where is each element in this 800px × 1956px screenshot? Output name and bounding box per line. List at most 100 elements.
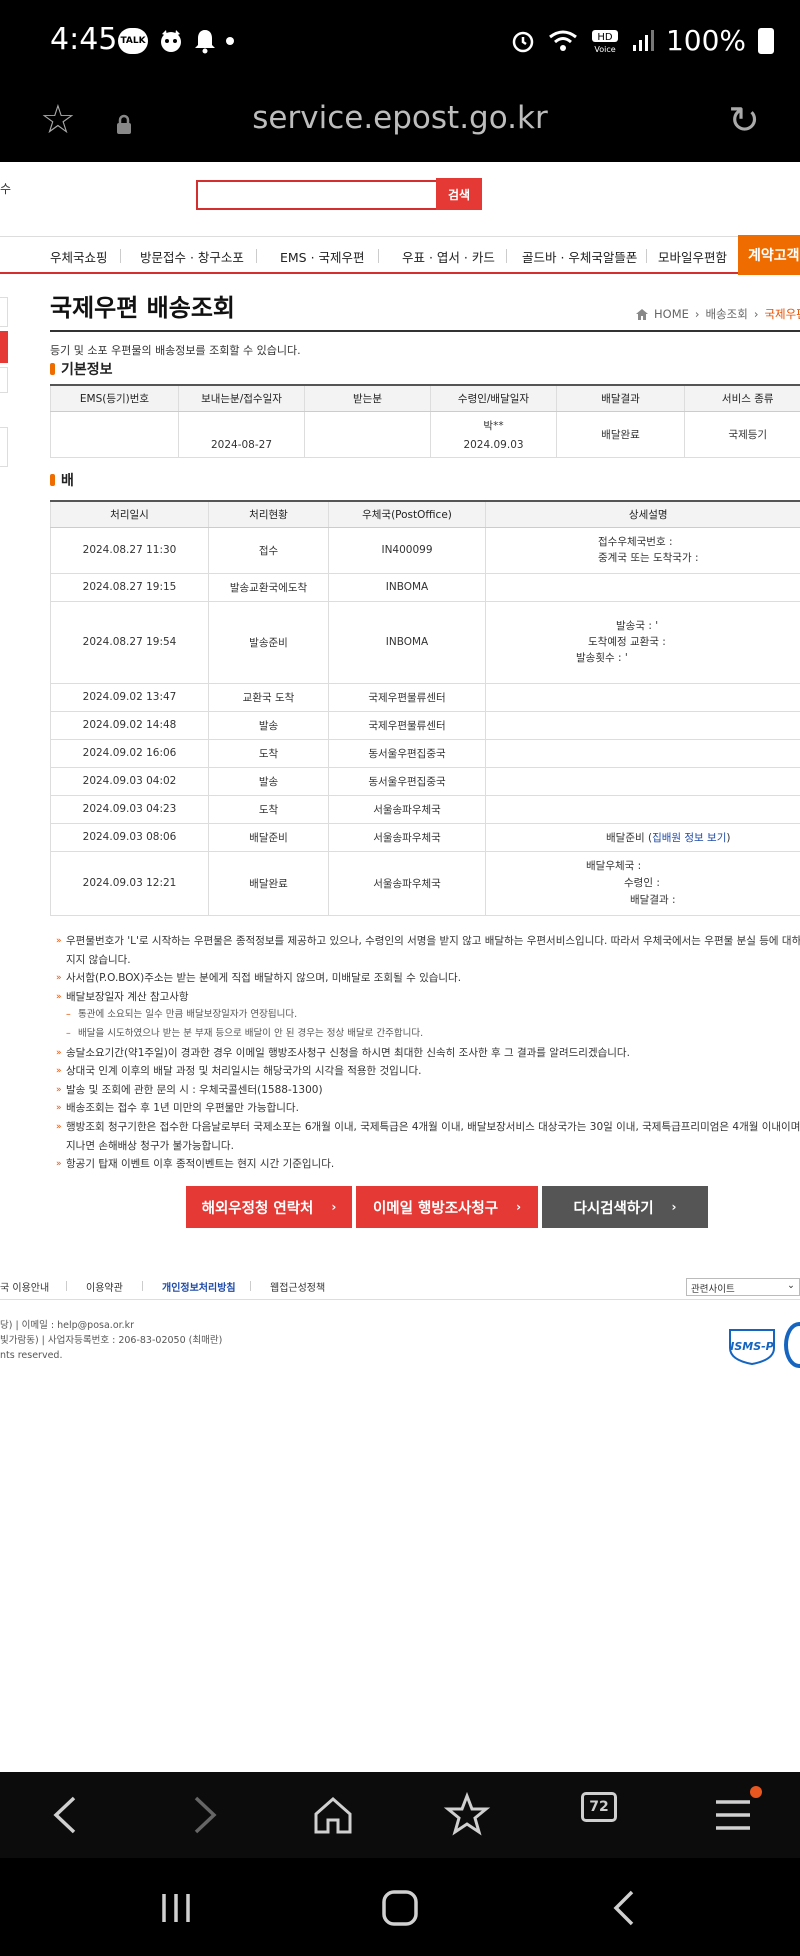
tabs-count-icon[interactable]: 72 xyxy=(581,1792,617,1822)
cell-detail: 접수우체국번호 : 중계국 또는 도착국가 : xyxy=(485,527,800,574)
cell-status: 도착 xyxy=(208,739,329,768)
forward-arrow-icon[interactable] xyxy=(178,1790,228,1840)
basic-info-heading: 기본정보 xyxy=(50,359,113,379)
cell-recipient: 박** 2024.09.03 xyxy=(430,411,557,458)
status-time: 4:45 xyxy=(50,22,118,57)
breadcrumb-separator: › xyxy=(694,307,700,321)
cell-office: IN400099 xyxy=(328,527,486,574)
basic-info-heading-text: 기본정보 xyxy=(61,362,113,378)
notice-item: 배달보장일자 계산 참고사항 xyxy=(56,988,800,1007)
left-menu-item[interactable] xyxy=(0,427,8,467)
footer-links: 국 이용안내 이용약관 개인정보처리방침 웹접근성정책 xyxy=(0,1276,800,1300)
cell-time: 2024.08.27 19:15 xyxy=(50,573,209,602)
breadcrumb-current: 국제우편 xyxy=(764,307,800,321)
footer-separator xyxy=(66,1281,67,1291)
notice-subitem: 통관에 소요되는 일수 만큼 배달보장일자가 연장됩니다. xyxy=(56,1006,800,1025)
footer-link-guide[interactable]: 국 이용안내 xyxy=(0,1279,49,1294)
cell-office: INBOMA xyxy=(328,573,486,602)
cell-status: 배달완료 xyxy=(208,851,329,916)
menu-icon[interactable] xyxy=(708,1790,758,1840)
cell-status: 교환국 도착 xyxy=(208,683,329,712)
browser-toolbar xyxy=(0,1772,800,1858)
home-button-icon[interactable] xyxy=(378,1886,422,1930)
breadcrumb-home[interactable]: HOME xyxy=(654,307,689,321)
search-button[interactable]: 검색 xyxy=(436,178,482,210)
certification-seal xyxy=(784,1322,800,1368)
left-menu-fragment xyxy=(0,297,9,467)
bookmarks-star-icon[interactable] xyxy=(442,1790,492,1840)
cell-time: 2024.09.02 16:06 xyxy=(50,739,209,768)
page-title: 국제우편 배송조회 xyxy=(50,294,235,322)
system-back-icon[interactable] xyxy=(604,1886,648,1930)
cell-time: 2024.09.02 13:47 xyxy=(50,683,209,712)
cell-detail xyxy=(485,739,800,768)
isms-p-logo: ISMS-P xyxy=(729,1329,775,1366)
status-bar: 4:45 TALK HD Voice 100% xyxy=(0,0,800,86)
cell-status: 발송 xyxy=(208,711,329,740)
detail-line: 발송횟수 : ' xyxy=(576,652,628,664)
reload-icon[interactable]: ↻ xyxy=(728,100,760,140)
url-text[interactable]: service.epost.go.kr xyxy=(0,100,800,136)
col-ems-number: EMS(등기)번호 xyxy=(50,384,179,412)
nav-item-mobile-mailbox[interactable]: 모바일우편함 xyxy=(658,247,727,266)
tracking-heading-text: 배 xyxy=(61,473,74,489)
more-notifications-dot xyxy=(226,37,234,45)
nav-item-visit-reception[interactable]: 방문접수 · 창구소포 xyxy=(140,247,244,266)
detail-line: 중계국 또는 도착국가 : xyxy=(598,552,699,564)
notice-continuation: 지나면 손해배상 청구가 불가능합니다. xyxy=(66,1139,234,1152)
cell-office: 국제우편물류센터 xyxy=(328,683,486,712)
notice-item: 송달소요기간(약1주일)이 경과한 경우 이메일 행방조사청구 신청을 하시면 … xyxy=(56,1044,800,1063)
breadcrumb-separator: › xyxy=(753,307,759,321)
tracking-row: 2024.09.03 08:06 배달준비 서울송파우체국 배달준비 (집배원 … xyxy=(50,823,800,852)
detail-line: 배달준비 ( xyxy=(606,831,653,844)
search-again-button[interactable]: 다시검색하기 › xyxy=(542,1186,708,1228)
back-arrow-icon[interactable] xyxy=(42,1790,92,1840)
breadcrumb: HOME › 배송조회 › 국제우편 xyxy=(636,306,800,322)
nav-separator xyxy=(378,249,379,263)
col-post-office: 우체국(PostOffice) xyxy=(328,500,486,528)
cell-detail xyxy=(485,711,800,740)
button-label: 다시검색하기 xyxy=(573,1200,654,1217)
recipient-name: 박** xyxy=(483,419,504,432)
breadcrumb-tracking[interactable]: 배송조회 xyxy=(706,306,748,322)
detail-line: 배달결과 : xyxy=(630,893,676,906)
home-icon[interactable] xyxy=(308,1790,358,1840)
footer-link-accessibility[interactable]: 웹접근성정책 xyxy=(270,1279,325,1294)
tracking-row: 2024.08.27 11:30 접수 IN400099 접수우체국번호 : 중… xyxy=(50,527,800,574)
related-sites-select[interactable]: 관련사이트 ⌄ xyxy=(686,1278,800,1296)
nav-item-stamps[interactable]: 우표 · 엽서 · 카드 xyxy=(402,247,495,266)
nav-item-ems-international[interactable]: EMS · 국제우편 xyxy=(280,247,365,266)
alarm-icon xyxy=(512,31,534,52)
basic-info-table: EMS(등기)번호 보내는분/접수일자 받는분 수령인/배달일자 배달결과 서비… xyxy=(50,384,800,458)
left-menu-item[interactable] xyxy=(0,297,8,327)
recent-apps-icon[interactable] xyxy=(154,1886,198,1930)
col-detail: 상세설명 xyxy=(485,500,800,528)
overseas-postal-contacts-button[interactable]: 해외우정청 연락처 › xyxy=(186,1186,352,1228)
footer-link-terms[interactable]: 이용약관 xyxy=(86,1279,123,1294)
cell-status: 도착 xyxy=(208,795,329,824)
left-menu-item[interactable] xyxy=(0,367,8,393)
cell-status: 발송준비 xyxy=(208,601,329,684)
cell-ems-number xyxy=(50,411,179,458)
footer-link-privacy[interactable]: 개인정보처리방침 xyxy=(162,1279,236,1294)
main-navigation: 우체국쇼핑 방문접수 · 창구소포 EMS · 국제우편 우표 · 엽서 · 카… xyxy=(0,235,800,275)
nav-item-shopping[interactable]: 우체국쇼핑 xyxy=(50,247,108,266)
email-trace-request-button[interactable]: 이메일 행방조사청구 › xyxy=(356,1186,538,1228)
delivery-date: 2024.09.03 xyxy=(463,438,524,451)
contract-customer-button[interactable]: 계약고객 xyxy=(738,235,800,275)
cell-service-type: 국제등기 xyxy=(684,411,800,458)
cell-time: 2024.08.27 19:54 xyxy=(50,601,209,684)
cell-time: 2024.09.03 04:23 xyxy=(50,795,209,824)
isms-p-label: ISMS-P xyxy=(730,1340,774,1353)
cell-office: 국제우편물류센터 xyxy=(328,711,486,740)
cell-status: 접수 xyxy=(208,527,329,574)
notice-item: 항공기 탑재 이벤트 이후 종적이벤트는 현지 시간 기준입니다. xyxy=(56,1155,800,1174)
battery-percent: 100% xyxy=(665,24,746,57)
left-menu-item-active[interactable] xyxy=(0,331,8,363)
basic-info-header-row: EMS(등기)번호 보내는분/접수일자 받는분 수령인/배달일자 배달결과 서비… xyxy=(50,384,800,412)
col-service-type: 서비스 종류 xyxy=(684,384,800,412)
chevron-right-icon: › xyxy=(331,1200,337,1214)
nav-separator xyxy=(646,249,647,263)
carrier-info-link[interactable]: 집배원 정보 보기 xyxy=(652,832,726,844)
nav-item-goldbar-phone[interactable]: 골드바 · 우체국알뜰폰 xyxy=(522,247,637,266)
